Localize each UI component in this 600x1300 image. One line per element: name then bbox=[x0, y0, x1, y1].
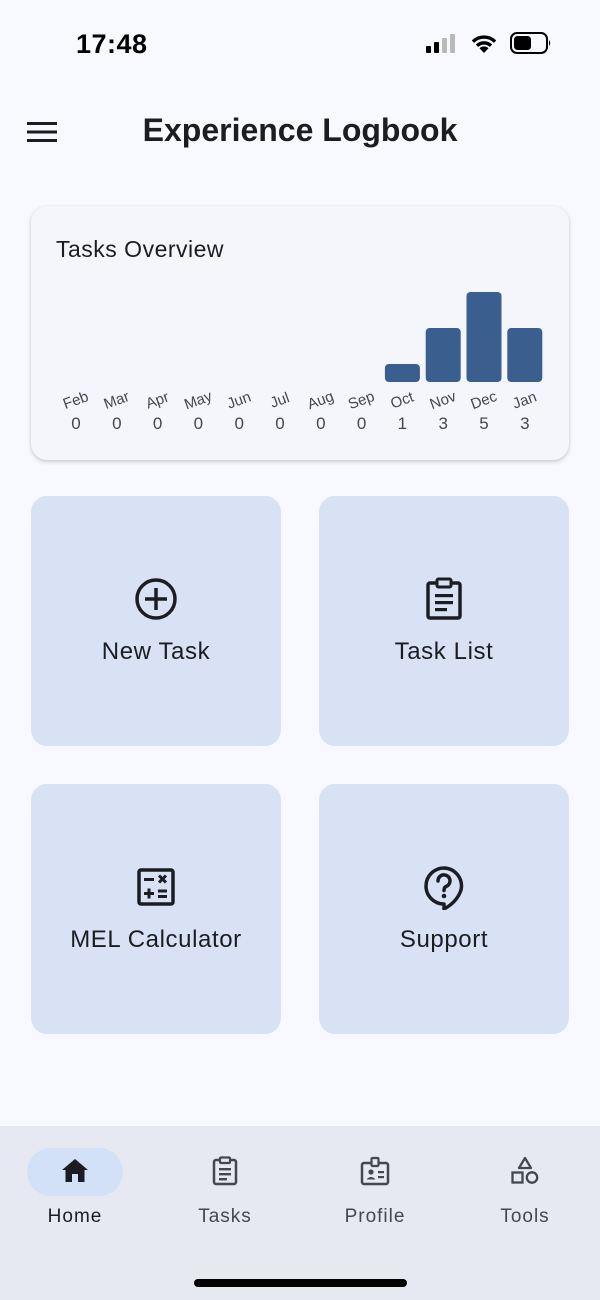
chart-value-label: 0 bbox=[234, 414, 243, 433]
nav-tools[interactable]: Tools bbox=[455, 1146, 595, 1246]
chart-tick-label: Mar bbox=[102, 388, 132, 413]
nav-tasks[interactable]: Tasks bbox=[155, 1146, 295, 1246]
bottom-navigation: Home Tasks Profile Tools bbox=[0, 1126, 600, 1300]
chart-value-label: 0 bbox=[316, 414, 325, 433]
chart-tick-label: Sep bbox=[346, 388, 377, 413]
chart-value-label: 0 bbox=[112, 414, 121, 433]
new-task-tile[interactable]: New Task bbox=[31, 496, 281, 746]
tasks-overview-card[interactable]: Tasks Overview Feb 0 Mar 0 Apr 0 May 0 Jun 0 Jul 0 A… bbox=[31, 206, 569, 460]
chart-tick-label: Apr bbox=[144, 389, 172, 413]
battery-icon bbox=[510, 32, 551, 54]
page-title: Experience Logbook bbox=[142, 112, 458, 148]
status-time: 17:48 bbox=[76, 29, 148, 59]
clipboard-icon bbox=[212, 1156, 238, 1186]
chart-value-label: 0 bbox=[275, 414, 284, 433]
tile-label: New Task bbox=[101, 638, 211, 665]
mel-calculator-tile[interactable]: MEL Calculator bbox=[31, 784, 281, 1034]
chart-tick-label: Dec bbox=[468, 388, 499, 413]
chart-tick-label: Oct bbox=[388, 388, 417, 412]
nav-profile[interactable]: Profile bbox=[305, 1146, 445, 1246]
chart-value-label: 3 bbox=[438, 414, 447, 433]
nav-label: Home bbox=[47, 1206, 103, 1227]
tile-label: Support bbox=[399, 926, 489, 953]
id-badge-icon bbox=[360, 1156, 390, 1186]
support-tile[interactable]: Support bbox=[319, 784, 569, 1034]
tile-label: Task List bbox=[394, 638, 494, 665]
chart-value-label: 5 bbox=[479, 414, 488, 433]
chart-bar-nov bbox=[425, 328, 461, 382]
nav-label: Tasks bbox=[198, 1206, 252, 1227]
nav-home[interactable]: Home bbox=[5, 1146, 145, 1246]
chart-tick-label: Feb bbox=[61, 388, 91, 413]
calculator-icon bbox=[137, 868, 175, 906]
chart-tick-label: Aug bbox=[305, 388, 336, 413]
status-bar: 17:48 bbox=[0, 0, 600, 90]
cellular-signal-icon bbox=[426, 34, 455, 53]
status-icons bbox=[426, 32, 552, 54]
tasks-overview-chart: Feb0Mar0Apr0May0Jun0Jul0Aug0Sep0Oct1Nov3… bbox=[61, 292, 543, 433]
clipboard-list-icon bbox=[426, 577, 462, 620]
task-list-tile[interactable]: Task List bbox=[319, 496, 569, 746]
home-indicator bbox=[194, 1279, 407, 1287]
nav-label: Profile bbox=[344, 1206, 406, 1227]
chart-tick-label: Jul bbox=[268, 389, 292, 412]
chart-tick-label: Jan bbox=[510, 388, 539, 412]
wifi-icon bbox=[471, 34, 497, 53]
home-icon bbox=[62, 1159, 88, 1182]
chart-tick-label: May bbox=[182, 388, 215, 414]
app-bar: Experience Logbook bbox=[0, 100, 600, 164]
shapes-icon bbox=[511, 1156, 539, 1184]
chart-value-label: 1 bbox=[398, 414, 407, 433]
chart-value-label: 0 bbox=[357, 414, 366, 433]
chart-value-label: 0 bbox=[71, 414, 80, 433]
chart-value-label: 0 bbox=[194, 414, 203, 433]
chart-value-label: 0 bbox=[153, 414, 162, 433]
chart-value-label: 3 bbox=[520, 414, 529, 433]
chart-bar-jan bbox=[507, 328, 543, 382]
chart-tick-label: Nov bbox=[428, 388, 459, 413]
chart-bar-dec bbox=[466, 292, 502, 382]
help-bubble-icon bbox=[424, 866, 464, 910]
chart-tick-label: Jun bbox=[225, 388, 254, 412]
nav-label: Tools bbox=[500, 1206, 550, 1227]
add-circle-icon bbox=[135, 578, 177, 620]
chart-bar-oct bbox=[384, 364, 420, 382]
tile-label: MEL Calculator bbox=[70, 926, 242, 953]
